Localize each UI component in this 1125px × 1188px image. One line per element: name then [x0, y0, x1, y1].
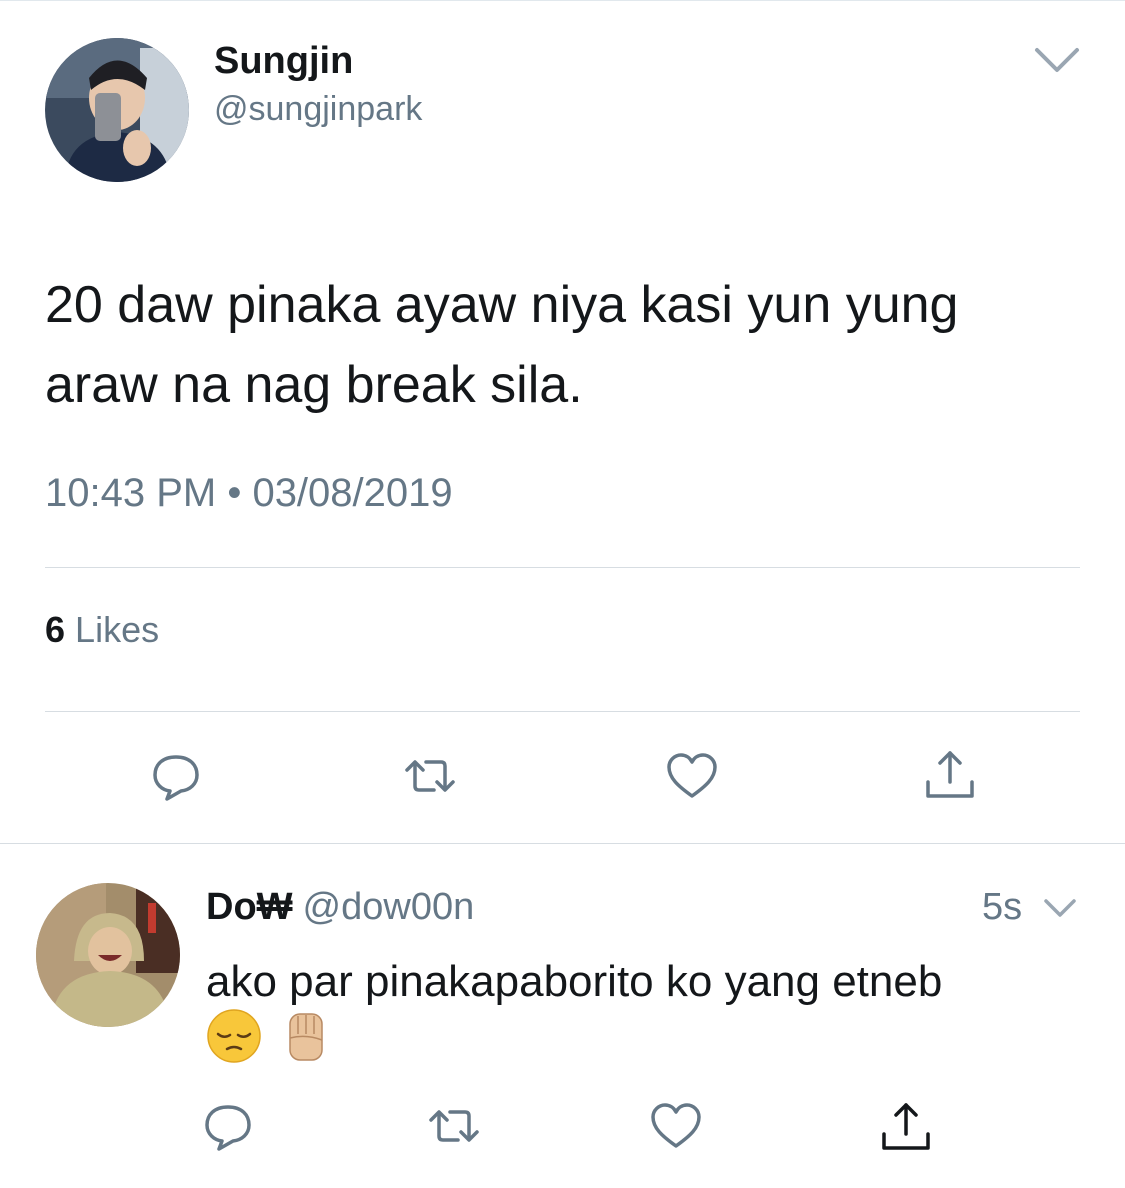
pensive-face-emoji [206, 1008, 262, 1064]
likes-count: 6 [45, 609, 66, 650]
likes-stat[interactable]: 6 Likes [45, 608, 159, 652]
heart-icon[interactable] [664, 748, 720, 804]
retweet-icon[interactable] [402, 748, 458, 804]
tweet-text: 20 daw pinaka ayaw niya kasi yun yung ar… [45, 276, 959, 414]
chevron-down-icon[interactable] [1031, 42, 1083, 78]
tweet-separator [0, 843, 1125, 844]
reply-author-name[interactable]: Do₩ [206, 886, 293, 928]
heart-icon[interactable] [648, 1098, 704, 1154]
divider [45, 711, 1080, 712]
reply-text: ako par pinakapaborito ko yang etneb [206, 957, 943, 1006]
reply-author-handle[interactable]: @dow00n [303, 886, 475, 928]
reply-header: Do₩ @dow00n [206, 884, 474, 930]
retweet-icon[interactable] [426, 1098, 482, 1154]
author-name[interactable]: Sungjin [214, 38, 353, 84]
author-avatar[interactable] [45, 38, 189, 182]
author-handle[interactable]: @sungjinpark [214, 88, 422, 130]
raised-fist-emoji [278, 1008, 334, 1064]
reply-time: 5s [982, 886, 1023, 928]
share-icon[interactable] [922, 748, 978, 804]
divider [45, 567, 1080, 568]
share-icon[interactable] [878, 1100, 934, 1156]
reply-icon[interactable] [200, 1098, 256, 1154]
tweet-timestamp: 10:43 PM • 03/08/2019 [45, 471, 453, 515]
top-divider [0, 0, 1125, 1]
reply-author-avatar[interactable] [36, 883, 180, 1027]
likes-label: Likes [75, 609, 160, 650]
reply-icon[interactable] [148, 748, 204, 804]
chevron-down-icon[interactable] [1041, 894, 1079, 922]
reply-emojis [206, 1008, 334, 1066]
